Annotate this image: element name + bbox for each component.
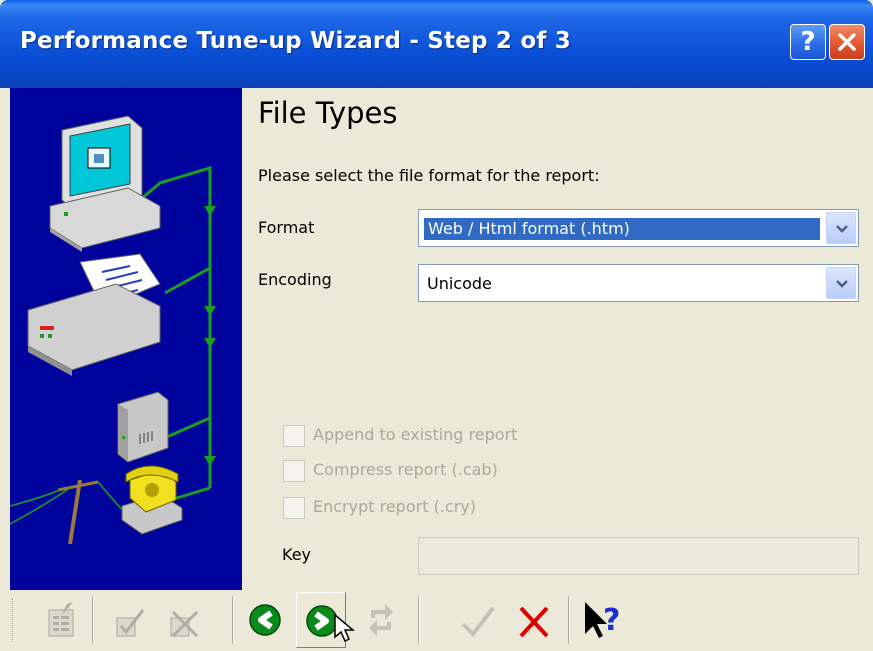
utility-pole-icon <box>10 479 131 545</box>
key-label: Key <box>282 545 312 564</box>
window-title: Performance Tune-up Wizard - Step 2 of 3 <box>20 28 571 54</box>
encoding-select[interactable]: Unicode <box>418 264 859 302</box>
chevron-down-icon <box>836 280 848 288</box>
svg-text:?: ? <box>603 603 620 638</box>
format-label: Format <box>258 218 315 237</box>
close-icon <box>838 33 856 51</box>
toolbar-grip[interactable] <box>12 598 16 642</box>
encrypt-checkbox <box>283 497 305 519</box>
compress-checkbox <box>283 460 305 482</box>
back-button[interactable] <box>240 592 290 648</box>
encoding-dropdown-button[interactable] <box>826 267 856 299</box>
next-button[interactable] <box>296 592 355 648</box>
cancel-button[interactable] <box>508 592 558 648</box>
form-button[interactable] <box>36 592 86 648</box>
append-checkbox-label: Append to existing report <box>313 425 518 444</box>
checkmark-icon <box>461 606 495 638</box>
chevron-down-icon <box>836 225 848 233</box>
encrypt-checkbox-label: Encrypt report (.cry) <box>313 497 476 516</box>
computer-icon <box>49 115 161 252</box>
help-button[interactable]: ? <box>790 24 826 60</box>
repeat-icon <box>369 604 393 636</box>
help-icon: ? <box>800 27 816 57</box>
append-checkbox <box>283 425 305 447</box>
telephone-icon <box>121 465 183 535</box>
encoding-label: Encoding <box>258 270 332 289</box>
close-button[interactable] <box>829 24 865 60</box>
wizard-window: Performance Tune-up Wizard - Step 2 of 3… <box>0 0 873 651</box>
printer-icon <box>27 253 161 376</box>
check-item-button[interactable] <box>104 592 154 648</box>
key-field <box>418 537 859 575</box>
title-bar[interactable]: Performance Tune-up Wizard - Step 2 of 3… <box>0 0 873 88</box>
modem-icon <box>117 391 169 463</box>
toolbar-separator <box>92 596 94 644</box>
uncheck-item-button[interactable] <box>158 592 208 648</box>
context-help-button[interactable]: ? <box>576 592 626 648</box>
cancel-x-icon <box>519 606 549 638</box>
toolbar-separator <box>232 596 234 644</box>
repeat-button[interactable] <box>356 592 406 648</box>
encoding-select-value: Unicode <box>427 274 492 293</box>
finish-button[interactable] <box>452 592 502 648</box>
form-icon <box>48 602 74 637</box>
instruction-text: Please select the file format for the re… <box>258 166 600 185</box>
page-heading: File Types <box>258 96 398 130</box>
cross-box-icon <box>170 610 199 638</box>
format-select-value: Web / Html format (.htm) <box>424 218 820 240</box>
check-box-icon <box>116 609 145 637</box>
back-arrow-icon <box>249 604 281 636</box>
context-help-icon: ? <box>585 602 620 638</box>
format-select[interactable]: Web / Html format (.htm) <box>418 209 859 247</box>
toolbar-separator <box>418 596 420 644</box>
format-dropdown-button[interactable] <box>826 212 856 244</box>
compress-checkbox-label: Compress report (.cab) <box>313 460 498 479</box>
wizard-toolbar: ? <box>0 592 873 651</box>
wizard-side-image <box>10 88 242 590</box>
mouse-cursor-icon <box>334 613 355 643</box>
toolbar-separator <box>568 596 570 644</box>
